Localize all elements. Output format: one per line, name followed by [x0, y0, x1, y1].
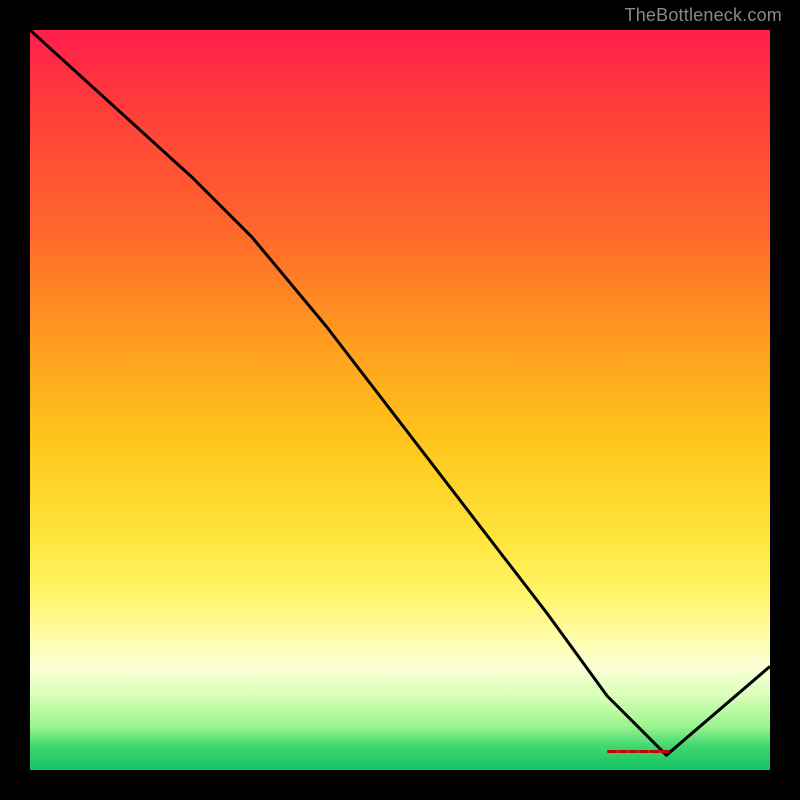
baseline-marker: ▬▬▬▬▬▬ [607, 746, 670, 756]
chart-frame: TheBottleneck.com ▬▬▬▬▬▬ [0, 0, 800, 800]
watermark-text: TheBottleneck.com [625, 6, 782, 24]
heat-gradient [30, 30, 770, 770]
plot-area: ▬▬▬▬▬▬ [30, 30, 770, 770]
